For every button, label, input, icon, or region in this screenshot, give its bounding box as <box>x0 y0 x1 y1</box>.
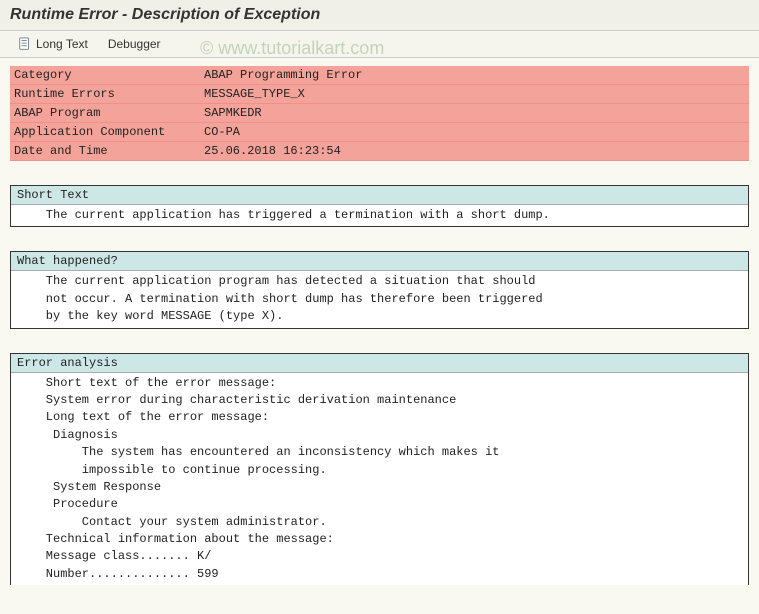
meta-value: 25.06.2018 16:23:54 <box>200 142 749 161</box>
section-body: The current application program has dete… <box>11 271 748 327</box>
section-body: The current application has triggered a … <box>11 205 748 226</box>
section-title: Error analysis <box>11 354 748 373</box>
meta-label: ABAP Program <box>10 104 200 123</box>
window-title: Runtime Error - Description of Exception <box>0 0 759 31</box>
meta-label: Runtime Errors <box>10 85 200 104</box>
table-row: ABAP ProgramSAPMKEDR <box>10 104 749 123</box>
table-row: Runtime ErrorsMESSAGE_TYPE_X <box>10 85 749 104</box>
meta-label: Date and Time <box>10 142 200 161</box>
meta-label: Category <box>10 66 200 85</box>
long-text-button[interactable]: Long Text <box>10 35 96 53</box>
debugger-button[interactable]: Debugger <box>100 35 169 53</box>
long-text-label: Long Text <box>36 37 88 51</box>
title-text: Runtime Error - Description of Exception <box>10 6 320 23</box>
table-row: Application ComponentCO-PA <box>10 123 749 142</box>
content-area: CategoryABAP Programming Error Runtime E… <box>0 58 759 593</box>
meta-label: Application Component <box>10 123 200 142</box>
table-row: CategoryABAP Programming Error <box>10 66 749 85</box>
document-icon <box>18 37 32 51</box>
meta-value: MESSAGE_TYPE_X <box>200 85 749 104</box>
what-happened-section: What happened? The current application p… <box>10 251 749 328</box>
section-title: Short Text <box>11 186 748 205</box>
meta-value: CO-PA <box>200 123 749 142</box>
section-body: Short text of the error message: System … <box>11 373 748 586</box>
table-row: Date and Time25.06.2018 16:23:54 <box>10 142 749 161</box>
meta-value: ABAP Programming Error <box>200 66 749 85</box>
meta-table: CategoryABAP Programming Error Runtime E… <box>10 66 749 161</box>
short-text-section: Short Text The current application has t… <box>10 185 749 227</box>
section-title: What happened? <box>11 252 748 271</box>
debugger-label: Debugger <box>108 37 161 51</box>
toolbar: Long Text Debugger <box>0 31 759 58</box>
error-analysis-section: Error analysis Short text of the error m… <box>10 353 749 586</box>
meta-value: SAPMKEDR <box>200 104 749 123</box>
